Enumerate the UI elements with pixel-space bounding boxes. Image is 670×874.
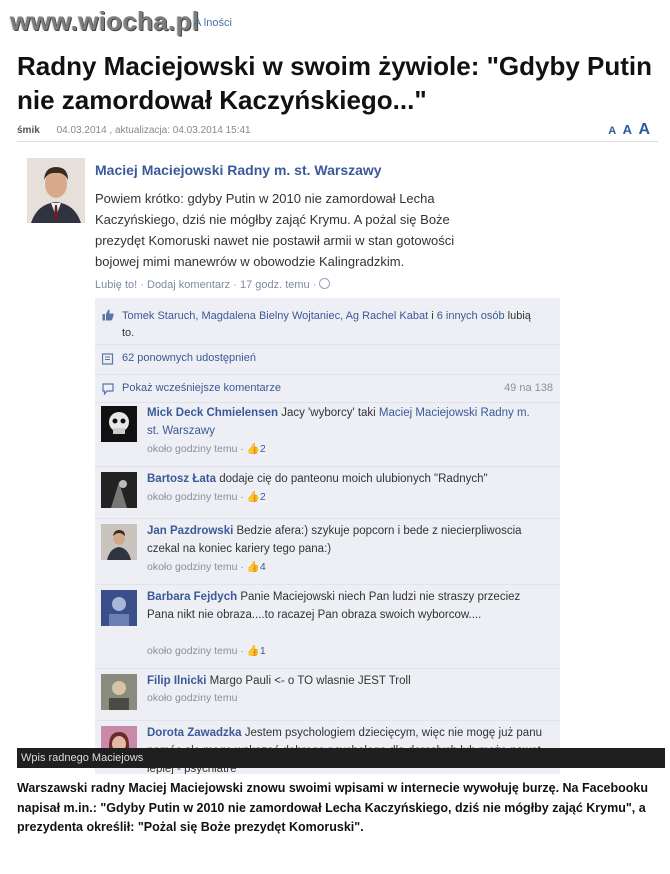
post-text: Powiem krótko: gdyby Putin w 2010 nie za… [95, 191, 455, 269]
likes-others[interactable]: 6 innych osób [437, 310, 505, 322]
comment-item: Barbara Fejdych Panie Maciejowski niech … [95, 590, 560, 666]
commenter-name[interactable]: Filip Ilnicki [147, 675, 206, 687]
show-earlier-row[interactable]: Pokaż wcześniejsze komentarze 49 na 138 [95, 380, 560, 400]
share-icon [101, 353, 114, 365]
thumbs-up-icon: 👍 [246, 443, 260, 455]
feedback-panel: Tomek Staruch, Magdalena Bielny Wojtanie… [95, 298, 560, 774]
comment-item: Jan Pazdrowski Bedzie afera:) szykuje po… [95, 524, 560, 582]
divider [17, 141, 658, 142]
divider [95, 402, 560, 403]
commenter-name[interactable]: Mick Deck Chmielensen [147, 407, 278, 419]
article-headline: Radny Maciejowski w swoim żywiole: "Gdyb… [17, 51, 653, 115]
commenter-avatar[interactable] [101, 590, 137, 626]
commenter-name[interactable]: Barbara Fejdych [147, 591, 237, 603]
article-author[interactable]: śmik [17, 125, 40, 136]
thumbs-up-icon: 👍 [246, 561, 260, 573]
shares-count[interactable]: 62 ponownych udostępnień [122, 352, 256, 364]
article-date: 04.03.2014 , aktualizacja: 04.03.2014 15… [56, 125, 251, 136]
comment-text: Jacy 'wyborcy' taki [278, 407, 379, 419]
facebook-screenshot: Maciej Maciejowski Radny m. st. Warszawy… [17, 148, 665, 774]
divider [95, 374, 560, 375]
like-link[interactable]: Lubię to! [95, 279, 137, 291]
comment-text: Margo Pauli <- o TO wlasnie JEST Troll [206, 675, 411, 687]
comment-likes[interactable]: 4 [260, 561, 266, 573]
divider [95, 466, 560, 467]
divider [95, 720, 560, 721]
comment-time[interactable]: około godziny temu [147, 645, 237, 657]
author-avatar [27, 158, 85, 223]
comment-likes[interactable]: 1 [260, 645, 266, 657]
image-caption: Wpis radnego Maciejows [17, 748, 665, 768]
commenter-avatar[interactable] [101, 524, 137, 560]
divider [95, 518, 560, 519]
article-lead: Warszawski radny Maciej Maciejowski znow… [17, 781, 648, 834]
thumbs-up-icon: 👍 [246, 645, 260, 657]
add-comment-link[interactable]: Dodaj komentarz [147, 279, 230, 291]
font-size-controls: A A A [606, 121, 650, 139]
comments-count: 49 na 138 [504, 382, 553, 394]
divider [95, 668, 560, 669]
shares-row[interactable]: 62 ponownych udostępnień [95, 350, 560, 370]
commenter-name[interactable]: Dorota Zawadzka [147, 727, 242, 739]
comment-text: dodaje cię do panteonu moich ulubionych … [216, 473, 488, 485]
comment-time[interactable]: około godziny temu [147, 491, 237, 503]
thumbs-up-icon [102, 309, 114, 321]
commenter-name[interactable]: Bartosz Łata [147, 473, 216, 485]
post-actions: Lubię to! · Dodaj komentarz · 17 godz. t… [95, 278, 331, 291]
commenter-avatar[interactable] [101, 674, 137, 710]
divider [95, 584, 560, 585]
commenter-avatar[interactable] [101, 472, 137, 508]
comment-item: Filip Ilnicki Margo Pauli <- o TO wlasni… [95, 674, 560, 718]
likes-names[interactable]: Tomek Staruch, Magdalena Bielny Wojtanie… [122, 310, 428, 322]
commenter-avatar[interactable] [101, 406, 137, 442]
globe-icon [319, 278, 331, 289]
likes-row: Tomek Staruch, Magdalena Bielny Wojtanie… [95, 306, 560, 340]
thumbs-up-icon: 👍 [246, 491, 260, 503]
comment-likes[interactable]: 2 [260, 443, 266, 455]
font-size-medium[interactable]: A [623, 122, 632, 137]
comment-item: Mick Deck Chmielensen Jacy 'wyborcy' tak… [95, 406, 560, 464]
site-watermark: www.wiocha.pl [10, 6, 200, 36]
comment-icon [102, 383, 114, 396]
comment-likes[interactable]: 2 [260, 491, 266, 503]
show-earlier-comments[interactable]: Pokaż wcześniejsze komentarze [122, 382, 281, 394]
likes-and: i [428, 310, 437, 322]
breadcrumb[interactable]: A lności [194, 17, 232, 29]
comment-time[interactable]: około godziny temu [147, 443, 237, 455]
post-author[interactable]: Maciej Maciejowski Radny m. st. Warszawy [95, 162, 382, 178]
commenter-name[interactable]: Jan Pazdrowski [147, 525, 233, 537]
comment-time[interactable]: około godziny temu [147, 561, 237, 573]
post-time[interactable]: 17 godz. temu [240, 279, 310, 291]
comment-time[interactable]: około godziny temu [147, 692, 237, 704]
comment-item: Bartosz Łata dodaje cię do panteonu moic… [95, 472, 560, 516]
font-size-large[interactable]: A [638, 121, 650, 138]
article-meta: śmik 04.03.2014 , aktualizacja: 04.03.20… [17, 125, 251, 136]
divider [95, 344, 560, 345]
font-size-small[interactable]: A [608, 125, 616, 137]
